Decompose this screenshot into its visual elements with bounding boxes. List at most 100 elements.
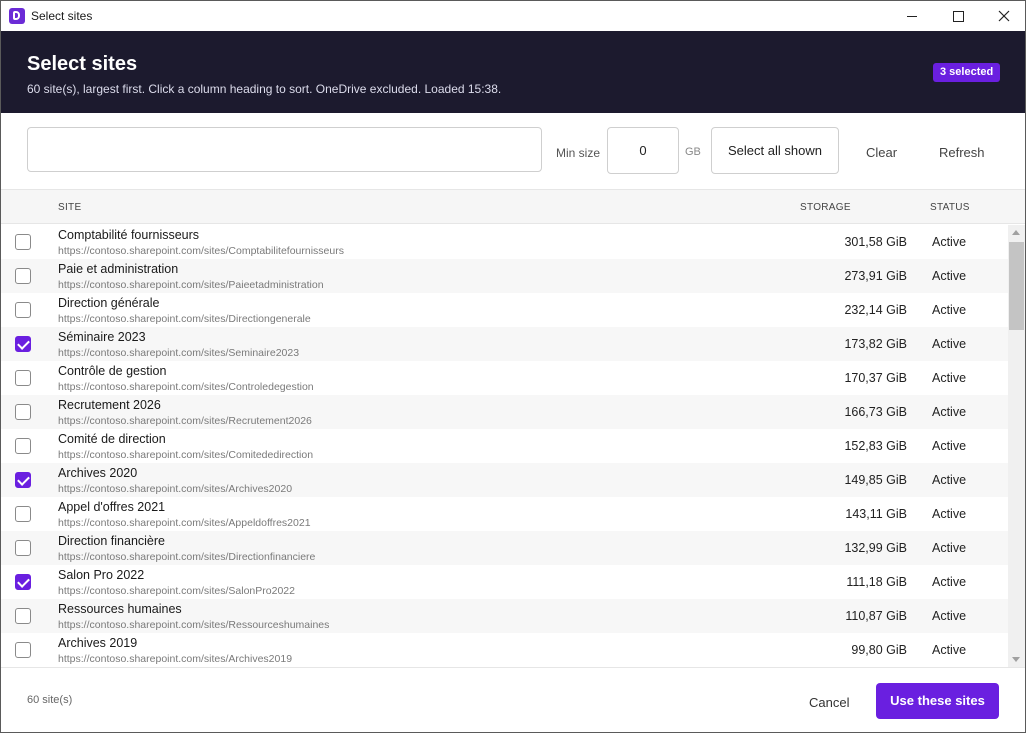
clear-button[interactable]: Clear xyxy=(866,145,897,160)
table-row[interactable]: Paie et administration https://contoso.sh… xyxy=(1,259,1008,293)
storage-value: 170,37 GiB xyxy=(844,371,907,385)
table-row[interactable]: Recrutement 2026 https://contoso.sharepoi… xyxy=(1,395,1008,429)
site-name: Comptabilité fournisseurs xyxy=(58,228,200,242)
site-url: https://contoso.sharepoint.com/sites/Sem… xyxy=(58,347,300,359)
status-value: Active xyxy=(932,337,967,351)
min-size-input[interactable]: 0 xyxy=(607,127,679,174)
row-checkbox[interactable] xyxy=(15,234,31,250)
status-value: Active xyxy=(932,405,967,419)
storage-value: 111,18 GiB xyxy=(846,575,907,589)
status-value: Active xyxy=(932,507,967,521)
page-subtitle: 60 site(s), largest first. Click a colum… xyxy=(27,82,502,96)
row-checkbox[interactable] xyxy=(15,472,31,488)
storage-value: 152,83 GiB xyxy=(844,439,907,453)
status-value: Active xyxy=(932,473,967,487)
table-row[interactable]: Salon Pro 2022 https://contoso.sharepoint… xyxy=(1,565,1008,599)
status-value: Active xyxy=(932,575,967,589)
site-url: https://contoso.sharepoint.com/sites/Arc… xyxy=(58,483,293,495)
site-name: Direction financière xyxy=(58,534,165,548)
footer: 60 site(s) Cancel Use these sites xyxy=(1,667,1025,732)
scrollbar-thumb[interactable] xyxy=(1009,242,1024,330)
min-size-label: Min size xyxy=(556,146,601,160)
close-button[interactable] xyxy=(981,1,1025,31)
site-name: Comité de direction xyxy=(58,432,166,446)
row-checkbox[interactable] xyxy=(15,574,31,590)
table-row[interactable]: Contrôle de gestion https://contoso.share… xyxy=(1,361,1008,395)
title-bar: Select sites xyxy=(1,1,1025,31)
cancel-button[interactable]: Cancel xyxy=(809,695,849,710)
page-title: Select sites xyxy=(27,53,138,75)
table-row[interactable]: Archives 2020 https://contoso.sharepoint.… xyxy=(1,463,1008,497)
unit-label: GB xyxy=(685,146,701,158)
table-row[interactable]: Archives 2019 https://contoso.sharepoint.… xyxy=(1,633,1008,667)
row-checkbox[interactable] xyxy=(15,438,31,454)
refresh-button[interactable]: Refresh xyxy=(939,145,985,160)
site-count: 60 site(s) xyxy=(27,694,73,706)
select-all-shown-button[interactable]: Select all shown xyxy=(711,127,839,174)
site-url: https://contoso.sharepoint.com/sites/Rec… xyxy=(58,415,312,427)
storage-value: 149,85 GiB xyxy=(844,473,907,487)
storage-value: 301,58 GiB xyxy=(844,235,907,249)
table-row[interactable]: Comité de direction https://contoso.share… xyxy=(1,429,1008,463)
site-name: Contrôle de gestion xyxy=(58,364,167,378)
table-row[interactable]: Comptabilité fournisseurs https://contoso… xyxy=(1,225,1008,259)
row-checkbox[interactable] xyxy=(15,506,31,522)
site-name: Archives 2019 xyxy=(58,636,138,650)
maximize-button[interactable] xyxy=(935,1,981,31)
storage-value: 166,73 GiB xyxy=(844,405,907,419)
site-list: Comptabilité fournisseurs https://contoso… xyxy=(1,225,1008,667)
site-name: Séminaire 2023 xyxy=(58,330,146,344)
status-value: Active xyxy=(932,439,967,453)
site-url: https://contoso.sharepoint.com/sites/Arc… xyxy=(58,653,293,665)
site-name: Direction générale xyxy=(58,296,160,310)
status-value: Active xyxy=(932,541,967,555)
scroll-down-icon[interactable] xyxy=(1012,657,1020,662)
site-name: Recrutement 2026 xyxy=(58,398,161,412)
site-url: https://contoso.sharepoint.com/sites/Sal… xyxy=(58,585,295,597)
row-checkbox[interactable] xyxy=(15,370,31,386)
storage-value: 232,14 GiB xyxy=(844,303,907,317)
app-logo-icon xyxy=(9,8,25,24)
site-url: https://contoso.sharepoint.com/sites/Com… xyxy=(58,245,344,257)
select-sites-window: Select sites Select sites 60 site(s), la… xyxy=(0,0,1026,733)
status-value: Active xyxy=(932,643,967,657)
site-name: Appel d'offres 2021 xyxy=(58,500,166,514)
site-url: https://contoso.sharepoint.com/sites/Con… xyxy=(58,381,314,393)
storage-value: 273,91 GiB xyxy=(844,269,907,283)
table-row[interactable]: Ressources humaines https://contoso.share… xyxy=(1,599,1008,633)
site-url: https://contoso.sharepoint.com/sites/Com… xyxy=(58,449,314,461)
header-banner: Select sites 60 site(s), largest first. … xyxy=(1,31,1025,113)
site-name: Paie et administration xyxy=(58,262,179,276)
row-checkbox[interactable] xyxy=(15,404,31,420)
column-header-storage[interactable]: STORAGE xyxy=(800,202,851,213)
row-checkbox[interactable] xyxy=(15,540,31,556)
site-url: https://contoso.sharepoint.com/sites/Dir… xyxy=(58,313,311,325)
site-name: Archives 2020 xyxy=(58,466,138,480)
storage-value: 99,80 GiB xyxy=(851,643,907,657)
status-value: Active xyxy=(932,269,967,283)
table-row[interactable]: Séminaire 2023 https://contoso.sharepoint… xyxy=(1,327,1008,361)
status-value: Active xyxy=(932,609,967,623)
column-header-site[interactable]: SITE xyxy=(58,202,81,213)
window-title: Select sites xyxy=(31,9,93,23)
table-header: SITE STORAGE STATUS xyxy=(1,189,1025,224)
table-row[interactable]: Direction générale https://contoso.sharep… xyxy=(1,293,1008,327)
status-value: Active xyxy=(932,371,967,385)
storage-value: 110,87 GiB xyxy=(845,609,907,623)
use-these-sites-button[interactable]: Use these sites xyxy=(876,683,999,719)
row-checkbox[interactable] xyxy=(15,302,31,318)
row-checkbox[interactable] xyxy=(15,336,31,352)
close-icon xyxy=(998,10,1010,22)
site-url: https://contoso.sharepoint.com/sites/Res… xyxy=(58,619,330,631)
search-input[interactable] xyxy=(27,127,542,172)
site-name: Ressources humaines xyxy=(58,602,182,616)
row-checkbox[interactable] xyxy=(15,642,31,658)
table-row[interactable]: Appel d'offres 2021 https://contoso.share… xyxy=(1,497,1008,531)
minimize-button[interactable] xyxy=(889,1,935,31)
row-checkbox[interactable] xyxy=(15,268,31,284)
column-header-status[interactable]: STATUS xyxy=(930,202,970,213)
site-url: https://contoso.sharepoint.com/sites/Dir… xyxy=(58,551,316,563)
row-checkbox[interactable] xyxy=(15,608,31,624)
table-row[interactable]: Direction financière https://contoso.shar… xyxy=(1,531,1008,565)
scroll-up-icon[interactable] xyxy=(1012,230,1020,235)
